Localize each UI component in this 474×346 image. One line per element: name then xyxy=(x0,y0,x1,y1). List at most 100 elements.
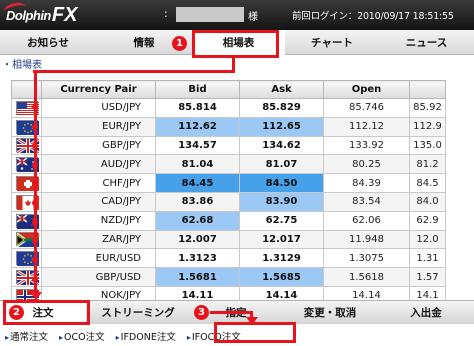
annotation-dot xyxy=(32,238,38,244)
rate-table-body: USD/JPY 85.814 85.829 85.746 85.92 EUR/JPY 112… xyxy=(11,98,446,306)
extra-rate-cell: 12.0 xyxy=(409,229,446,250)
annotation-box-ifoco xyxy=(214,322,296,343)
ask-rate-cell[interactable]: 134.62 xyxy=(239,135,324,156)
annotation-dot xyxy=(32,257,38,263)
last-login-text: 前回ログイン：2010/09/17 18:51:55 xyxy=(292,11,454,22)
rate-row-chf-jpy[interactable]: CHF/JPY 84.45 84.50 84.39 84.5 xyxy=(11,173,446,193)
bid-rate-cell[interactable]: 1.3123 xyxy=(155,248,240,269)
rate-row-gbp-usd[interactable]: GBP/USD 1.5681 1.5685 1.5618 1.57 xyxy=(11,267,446,287)
menu-oco-order[interactable]: OCO注文 xyxy=(59,329,105,343)
open-rate-cell: 83.54 xyxy=(323,191,410,212)
bid-header: Bid xyxy=(155,80,240,99)
tab-market-news[interactable]: ニュース xyxy=(379,30,474,55)
open-rate-cell: 62.06 xyxy=(323,210,410,231)
tab-label: ストリーミング xyxy=(101,307,175,319)
annotation-dot xyxy=(32,181,38,187)
ask-rate-cell[interactable]: 1.5685 xyxy=(239,267,324,287)
rate-table: Currency Pair Bid Ask Open USD/JPY 85.814… xyxy=(11,80,446,306)
rate-row-aud-jpy[interactable]: AUD/JPY 81.04 81.07 80.25 81.2 xyxy=(11,154,446,175)
currency-pair-header: Currency Pair xyxy=(41,80,156,99)
extra-rate-cell: 85.92 xyxy=(409,98,446,118)
ask-rate-cell[interactable]: 62.75 xyxy=(239,210,324,231)
rate-row-gbp-jpy[interactable]: GBP/JPY 134.57 134.62 133.92 135.0 xyxy=(11,135,446,156)
tab-deposit-withdraw[interactable]: 入出金 xyxy=(378,301,474,324)
bid-rate-cell[interactable]: 85.814 xyxy=(155,98,240,118)
currency-pair-cell: NZD/JPY xyxy=(41,210,156,231)
rate-row-nzd-jpy[interactable]: NZD/JPY 62.68 62.75 62.06 62.9 xyxy=(11,210,446,231)
currency-pair-cell: CHF/JPY xyxy=(41,173,156,193)
ask-header: Ask xyxy=(239,80,324,99)
extra-rate-cell: 81.2 xyxy=(409,154,446,175)
annotation-dot xyxy=(32,143,38,149)
annotation-connector-line xyxy=(33,70,235,73)
extra-rate-cell: 84.0 xyxy=(409,191,446,212)
annotation-arrow-icon xyxy=(29,292,42,300)
open-rate-cell: 1.5618 xyxy=(323,267,410,287)
extra-rate-cell: 1.57 xyxy=(409,267,446,287)
extra-rate-cell: 112.9 xyxy=(409,116,446,137)
ask-rate-cell[interactable]: 12.017 xyxy=(239,229,324,250)
annotation-dot xyxy=(32,276,38,282)
currency-pair-cell: EUR/JPY xyxy=(41,116,156,137)
rate-row-cad-jpy[interactable]: CAD/JPY 83.86 83.90 83.54 84.0 xyxy=(11,191,446,212)
bid-rate-cell[interactable]: 12.007 xyxy=(155,229,240,250)
rate-row-eur-jpy[interactable]: EUR/JPY 112.62 112.65 112.12 112.9 xyxy=(11,116,446,137)
ask-rate-cell[interactable]: 83.90 xyxy=(239,191,324,212)
user-honorific: 様 xyxy=(248,12,258,23)
user-colon: : xyxy=(164,7,168,20)
bid-rate-cell[interactable]: 81.04 xyxy=(155,154,240,175)
bid-rate-cell[interactable]: 1.5681 xyxy=(155,267,240,287)
step-3-marker: 3 xyxy=(194,305,209,320)
table-header-row: Currency Pair Bid Ask Open xyxy=(11,80,446,99)
step-2-marker: 2 xyxy=(9,305,24,320)
bid-rate-cell[interactable]: 112.62 xyxy=(155,116,240,137)
annotation-dot xyxy=(32,200,38,206)
ask-rate-cell[interactable]: 112.65 xyxy=(239,116,324,137)
tab-modify-cancel[interactable]: 変更・取消 xyxy=(282,301,378,324)
ask-rate-cell[interactable]: 84.50 xyxy=(239,173,324,193)
open-rate-cell: 80.25 xyxy=(323,154,410,175)
currency-pair-cell: EUR/USD xyxy=(41,248,156,269)
step-1-marker: 1 xyxy=(172,36,187,51)
ask-rate-cell[interactable]: 1.3129 xyxy=(239,248,324,269)
currency-pair-cell: GBP/USD xyxy=(41,267,156,287)
open-rate-cell: 133.92 xyxy=(323,135,410,156)
extra-rate-cell: 135.0 xyxy=(409,135,446,156)
tab-chart[interactable]: チャート xyxy=(285,30,379,55)
currency-pair-cell: ZAR/JPY xyxy=(41,229,156,250)
menu-ifdone-order[interactable]: IFDONE注文 xyxy=(116,329,176,343)
tab-news-notices[interactable]: お知らせ xyxy=(0,30,96,55)
bid-rate-cell[interactable]: 84.45 xyxy=(155,173,240,193)
open-rate-cell: 1.3075 xyxy=(323,248,410,269)
dolphinfx-logo: Dolphin FX xyxy=(2,0,77,27)
ask-rate-cell[interactable]: 85.829 xyxy=(239,98,324,118)
menu-normal-order[interactable]: 通常注文 xyxy=(5,329,48,343)
rate-row-usd-jpy[interactable]: USD/JPY 85.814 85.829 85.746 85.92 xyxy=(11,98,446,118)
annotation-dot xyxy=(32,104,38,110)
annotation-dot xyxy=(32,162,38,168)
breadcrumb[interactable]: ・相場表 xyxy=(2,56,42,71)
open-rate-cell: 11.948 xyxy=(323,229,410,250)
annotation-dot xyxy=(32,124,38,130)
open-rate-cell: 85.746 xyxy=(323,98,410,118)
tab-streaming[interactable]: ストリーミング xyxy=(86,301,190,324)
currency-pair-cell: USD/JPY xyxy=(41,98,156,118)
annotation-dot xyxy=(32,219,38,225)
tab-label: 変更・取消 xyxy=(303,307,357,319)
currency-pair-cell: AUD/JPY xyxy=(41,154,156,175)
ask-rate-cell[interactable]: 81.07 xyxy=(239,154,324,175)
currency-pair-cell: GBP/JPY xyxy=(41,135,156,156)
annotation-connector-line xyxy=(210,311,252,314)
bid-rate-cell[interactable]: 134.57 xyxy=(155,135,240,156)
annotation-box-rates-tab xyxy=(192,30,279,58)
tab-label: 情報 xyxy=(133,37,155,49)
user-name-redacted xyxy=(176,7,244,22)
rate-row-zar-jpy[interactable]: ZAR/JPY 12.007 12.017 11.948 12.0 xyxy=(11,229,446,250)
tab-label: ニュース xyxy=(405,37,448,49)
rate-row-eur-usd[interactable]: EUR/USD 1.3123 1.3129 1.3075 1.31 xyxy=(11,248,446,269)
extra-rate-cell: 84.5 xyxy=(409,173,446,193)
bid-rate-cell[interactable]: 83.86 xyxy=(155,191,240,212)
extra-rate-cell: 1.31 xyxy=(409,248,446,269)
open-header: Open xyxy=(323,80,410,99)
bid-rate-cell[interactable]: 62.68 xyxy=(155,210,240,231)
